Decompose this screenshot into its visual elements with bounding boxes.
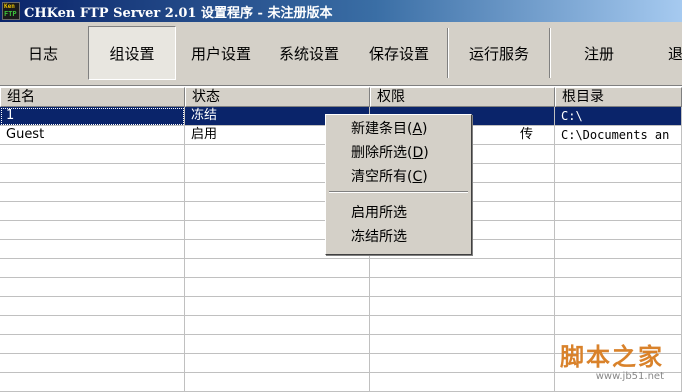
empty-row (0, 316, 682, 335)
title-bar[interactable]: Ken FTP CHKen FTP Server 2.01 设置程序 - 未注册… (0, 0, 682, 22)
empty-cell (555, 240, 682, 259)
empty-cell (0, 259, 185, 278)
menu-item-label: 新建条目 (351, 121, 407, 137)
empty-cell (555, 145, 682, 164)
menu-item-enable-selected[interactable]: 启用所选 (329, 202, 468, 224)
empty-cell (555, 316, 682, 335)
cell-group-name: Guest (0, 126, 185, 145)
column-header-permission[interactable]: 权限 (370, 87, 555, 107)
empty-cell (0, 221, 185, 240)
table-header: 组名 状态 权限 根目录 (0, 87, 682, 107)
empty-cell (0, 316, 185, 335)
cell-root-dir: C:\ (555, 107, 682, 126)
menu-item-new-entry[interactable]: 新建条目(A) (329, 118, 468, 140)
save-settings-button[interactable]: 保存设置 (354, 26, 444, 80)
empty-cell (555, 183, 682, 202)
empty-cell (370, 278, 555, 297)
cell-group-name: 1 (0, 107, 185, 126)
empty-cell (555, 202, 682, 221)
empty-cell (0, 164, 185, 183)
window-title: CHKen FTP Server 2.01 设置程序 - 未注册版本 (24, 5, 333, 21)
empty-cell (185, 373, 370, 392)
empty-cell (370, 297, 555, 316)
user-settings-button[interactable]: 用户设置 (178, 26, 264, 80)
toolbar-separator (447, 28, 449, 78)
empty-cell (555, 278, 682, 297)
empty-cell (185, 354, 370, 373)
toolbar-separator (549, 28, 551, 78)
toolbar: 日志 组设置 用户设置 系统设置 保存设置 运行服务 注册 退 (0, 22, 682, 86)
cell-root-dir: C:\Documents an (555, 126, 682, 145)
empty-cell (0, 297, 185, 316)
log-button[interactable]: 日志 (0, 26, 86, 80)
watermark-title: 脚本之家 (560, 342, 664, 371)
run-service-button[interactable]: 运行服务 (452, 26, 546, 80)
empty-cell (555, 297, 682, 316)
system-settings-button[interactable]: 系统设置 (266, 26, 352, 80)
empty-cell (0, 202, 185, 221)
menu-item-label: 清空所有 (351, 169, 407, 185)
column-header-group-name[interactable]: 组名 (0, 87, 185, 107)
watermark-url: www.jb51.net (595, 371, 664, 382)
menu-item-label: 删除所选 (351, 145, 407, 161)
empty-cell (0, 373, 185, 392)
menu-item-delete-selected[interactable]: 删除所选(D) (329, 142, 468, 164)
empty-cell (0, 335, 185, 354)
menu-separator (329, 191, 468, 193)
menu-accelerator: C (412, 169, 423, 185)
empty-cell (555, 259, 682, 278)
register-button[interactable]: 注册 (553, 26, 645, 80)
empty-cell (0, 183, 185, 202)
menu-item-freeze-selected[interactable]: 冻结所选 (329, 226, 468, 248)
empty-cell (370, 354, 555, 373)
context-menu: 新建条目(A) 删除所选(D) 清空所有(C) 启用所选 冻结所选 (325, 114, 472, 255)
app-icon-text-bottom: FTP (4, 10, 17, 18)
watermark: 脚本之家 www.jb51.net (560, 343, 664, 383)
app-icon[interactable]: Ken FTP (2, 2, 20, 20)
empty-cell (185, 297, 370, 316)
empty-cell (370, 335, 555, 354)
empty-row (0, 259, 682, 278)
empty-cell (555, 164, 682, 183)
empty-cell (185, 335, 370, 354)
empty-cell (370, 316, 555, 335)
column-header-status[interactable]: 状态 (185, 87, 370, 107)
menu-accelerator: A (412, 121, 423, 137)
empty-cell (185, 259, 370, 278)
exit-button[interactable]: 退 (664, 26, 682, 80)
menu-item-clear-all[interactable]: 清空所有(C) (329, 166, 468, 188)
empty-cell (0, 240, 185, 259)
empty-cell (0, 354, 185, 373)
column-header-root-dir[interactable]: 根目录 (555, 87, 682, 107)
empty-row (0, 278, 682, 297)
group-settings-button[interactable]: 组设置 (88, 26, 176, 80)
empty-cell (370, 373, 555, 392)
empty-cell (185, 316, 370, 335)
empty-cell (185, 278, 370, 297)
empty-cell (370, 259, 555, 278)
menu-accelerator: D (412, 145, 424, 161)
empty-cell (555, 221, 682, 240)
empty-row (0, 297, 682, 316)
empty-cell (0, 278, 185, 297)
empty-cell (0, 145, 185, 164)
